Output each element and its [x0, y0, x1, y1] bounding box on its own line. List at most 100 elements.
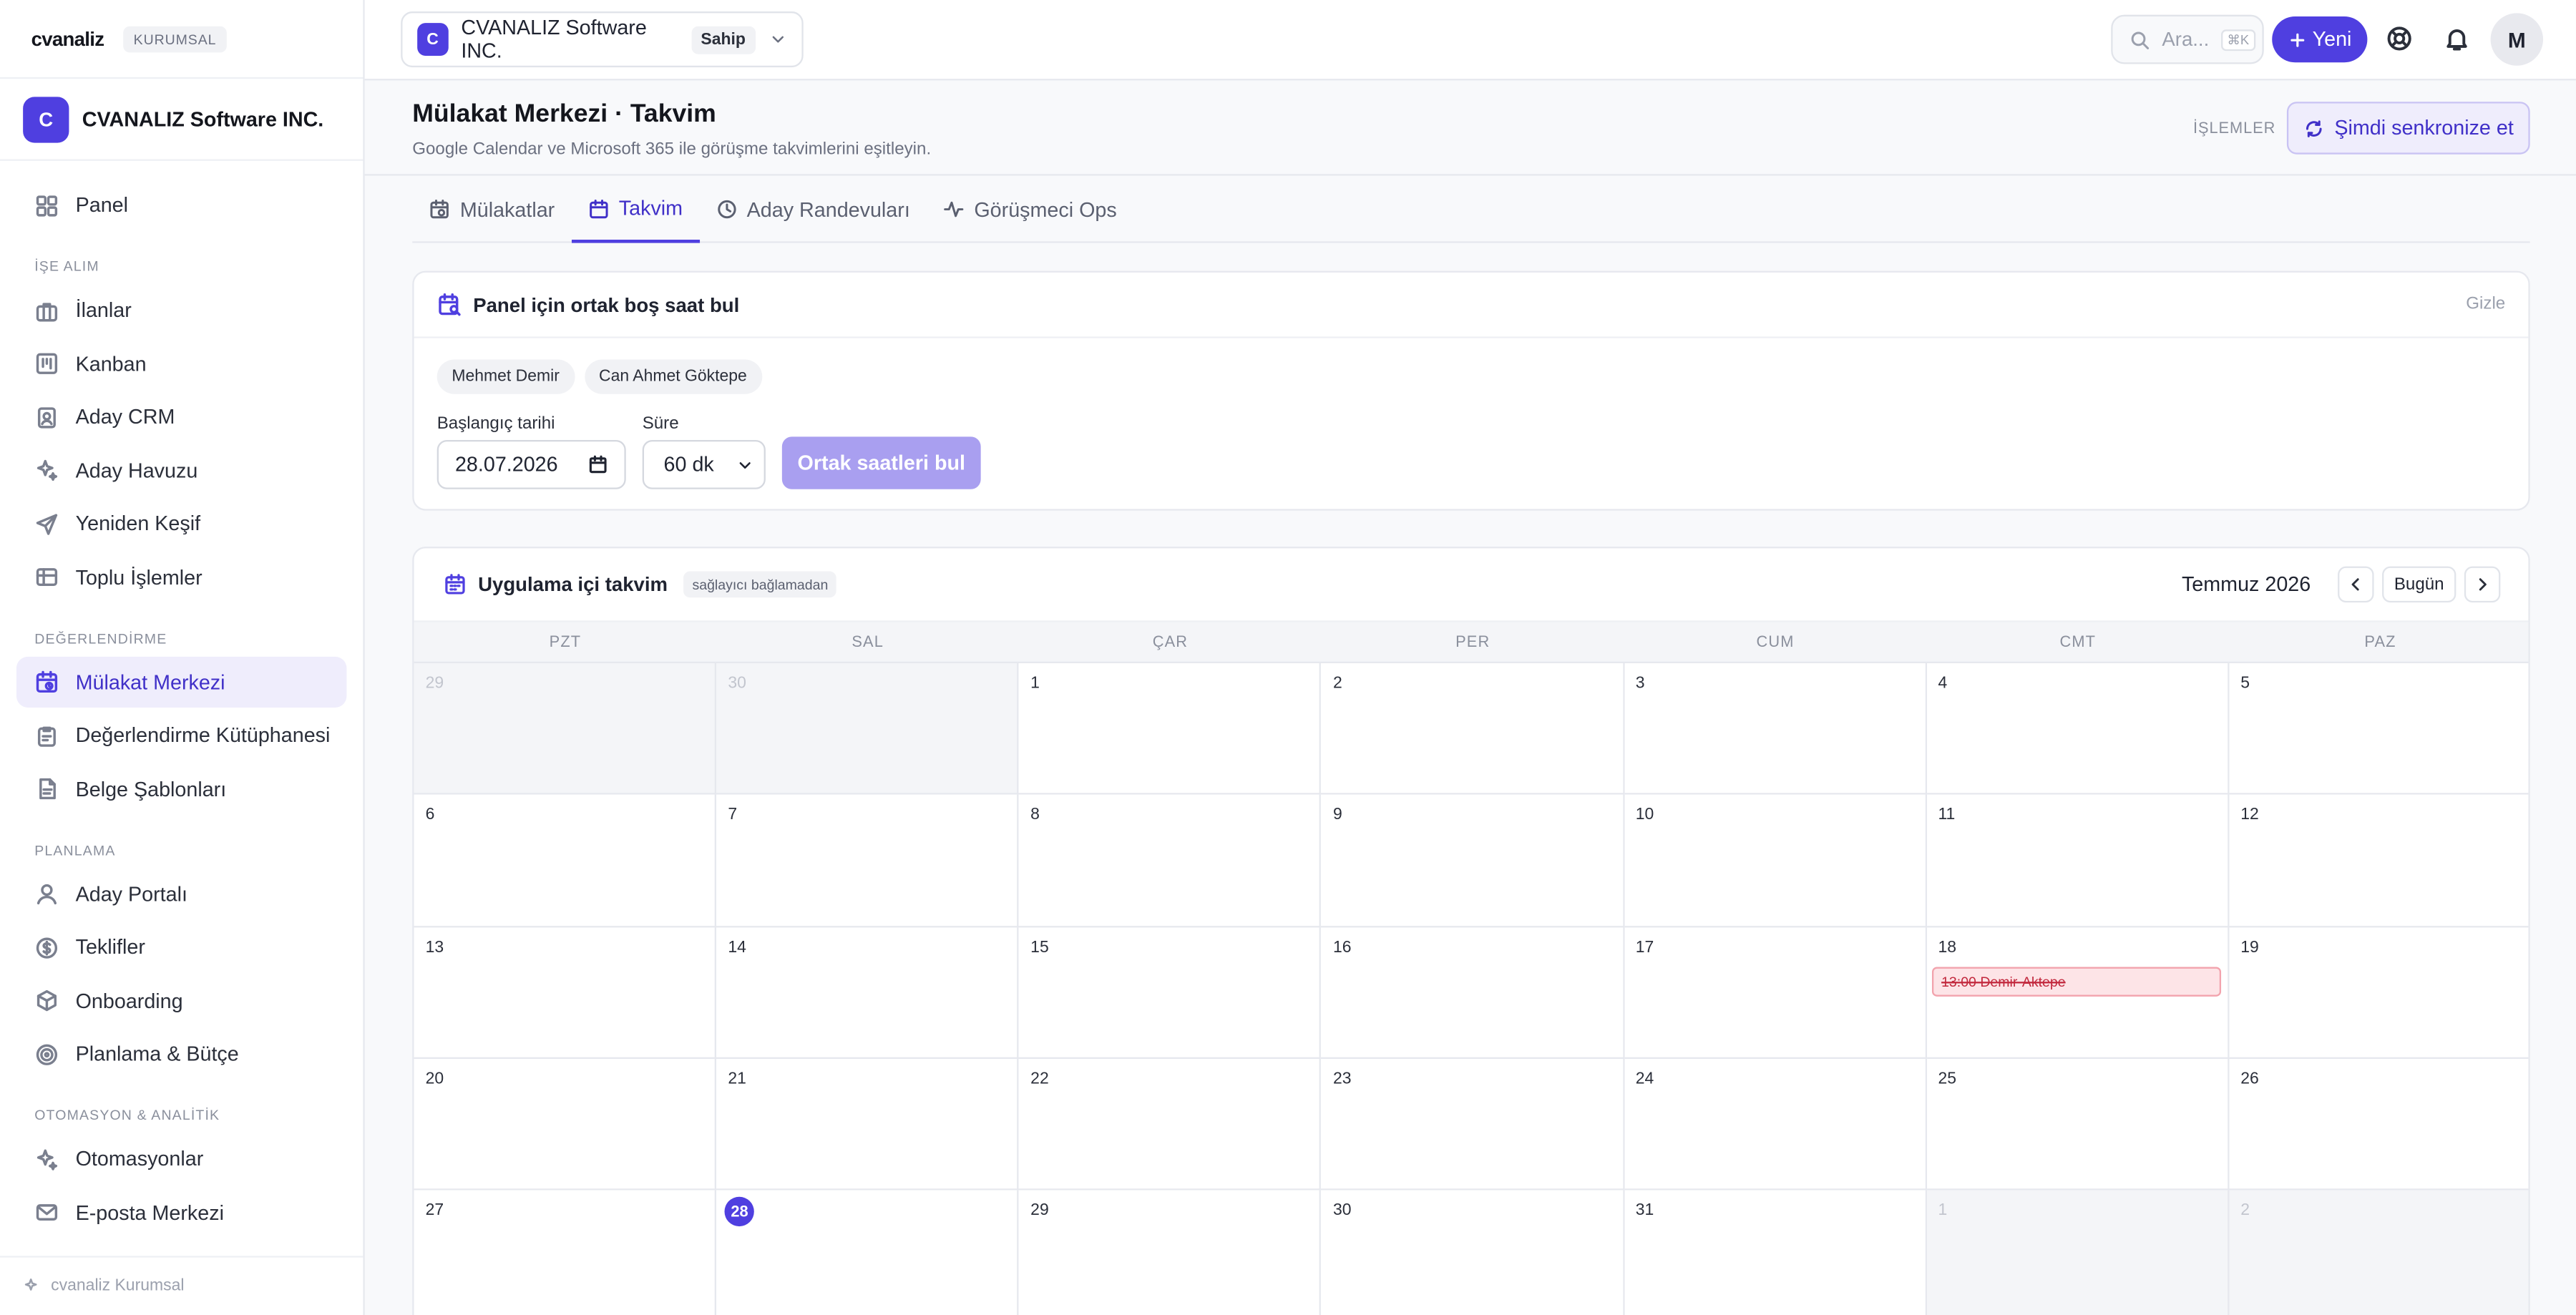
- calendar-day-cell[interactable]: 11: [1926, 795, 2230, 927]
- today-button[interactable]: Bugün: [2382, 566, 2457, 603]
- calendar-day-cell[interactable]: 1: [1019, 663, 1322, 796]
- org-name: CVANALIZ Software INC.: [82, 107, 324, 131]
- day-number: 29: [1030, 1202, 1049, 1221]
- tab-takvim[interactable]: Takvim: [571, 177, 700, 243]
- page-subtitle: Google Calendar ve Microsoft 365 ile gör…: [412, 140, 932, 160]
- sidebar-item-aday-havuzu[interactable]: Aday Havuzu: [16, 445, 346, 496]
- tab-bar: Mülakatlar Takvim Aday Randevuları Görüş…: [412, 177, 2530, 243]
- sparkles-icon: [24, 1279, 37, 1291]
- calendar-day-cell[interactable]: 16: [1321, 927, 1624, 1059]
- tab-mulakatlar[interactable]: Mülakatlar: [412, 177, 571, 241]
- weekday-label: PER: [1455, 632, 1491, 651]
- sidebar-item-aday-portali[interactable]: Aday Portalı: [16, 869, 346, 919]
- sync-now-button[interactable]: Şimdi senkronize et: [2286, 102, 2530, 155]
- calendar-day-cell[interactable]: 23: [1321, 1058, 1624, 1191]
- participant-chip[interactable]: Can Ahmet Göktepe: [584, 359, 762, 394]
- calendar-search-icon: [439, 293, 461, 316]
- prev-month-button[interactable]: [2338, 566, 2374, 603]
- calendar-day-cell[interactable]: 13: [414, 927, 717, 1059]
- sidebar-item-degerlendirme-kutuphanesi[interactable]: Değerlendirme Kütüphanesi: [16, 710, 346, 761]
- sidebar-item-label: Otomasyonlar: [75, 1147, 204, 1171]
- help-button[interactable]: [2386, 24, 2414, 52]
- sidebar-item-yeniden-kesif[interactable]: Yeniden Keşif: [16, 498, 346, 549]
- calendar-day-cell[interactable]: 4: [1926, 663, 2230, 796]
- calendar-day-cell[interactable]: 15: [1019, 927, 1322, 1059]
- page-title: Mülakat Merkezi · Takvim: [412, 99, 716, 128]
- calendar-day-cell[interactable]: 22: [1019, 1058, 1322, 1191]
- sidebar-item-onboarding[interactable]: Onboarding: [16, 975, 346, 1026]
- month-grid: 29 30 1 2 3 4 5 6 7 8 9 10 11 12 13 14 15 16 17 18 13:00 Dem…: [414, 663, 2529, 1315]
- day-number: 27: [425, 1202, 444, 1221]
- hide-link[interactable]: Gizle: [2466, 294, 2505, 314]
- calendar-day-cell[interactable]: 31: [1624, 1191, 1927, 1315]
- user-icon: [36, 884, 57, 905]
- calendar-day-cell[interactable]: 25: [1926, 1058, 2230, 1191]
- sidebar-item-mulakat-merkezi[interactable]: Mülakat Merkezi: [16, 656, 347, 708]
- sidebar-item-eposta-merkezi[interactable]: E-posta Merkezi: [16, 1187, 346, 1238]
- sidebar-item-ilanlar[interactable]: İlanlar: [16, 285, 346, 336]
- calendar-day-cell[interactable]: 21: [716, 1058, 1020, 1191]
- sidebar-item-label: İlanlar: [75, 298, 132, 322]
- calendar-day-cell[interactable]: 6: [414, 795, 717, 927]
- org-switcher[interactable]: C CVANALIZ Software INC. Sahip: [401, 11, 804, 68]
- today-date-number: 28: [724, 1197, 755, 1227]
- calendar-day-cell[interactable]: 1: [1926, 1191, 2230, 1315]
- panel-finder-title: Panel için ortak boş saat bul: [473, 293, 740, 316]
- calendar-day-cell[interactable]: 30: [1321, 1191, 1624, 1315]
- sidebar-item-aday-crm[interactable]: Aday CRM: [16, 391, 346, 442]
- calendar-day-cell[interactable]: 24: [1624, 1058, 1927, 1191]
- sparkles-icon: [36, 459, 58, 481]
- calendar-day-cell[interactable]: 28: [716, 1191, 1020, 1315]
- new-button[interactable]: Yeni: [2272, 16, 2368, 63]
- sidebar-item-toplu-islemler[interactable]: Toplu İşlemler: [16, 552, 346, 602]
- calendar-day-cell[interactable]: 2: [2229, 1191, 2529, 1315]
- nav-section-automation: OTOMASYON & ANALİTİK: [34, 1106, 220, 1123]
- logo[interactable]: cvanaliz: [31, 27, 104, 50]
- calendar-day-cell[interactable]: 9: [1321, 795, 1624, 927]
- topbar: C CVANALIZ Software INC. Sahip Ara... ⌘K…: [364, 0, 2576, 81]
- sidebar-item-belge-sablonlari[interactable]: Belge Şablonları: [16, 763, 346, 814]
- calendar-day-cell[interactable]: 14: [716, 927, 1020, 1059]
- sidebar-item-planlama-butce[interactable]: Planlama & Bütçe: [16, 1029, 346, 1080]
- duration-select[interactable]: 60 dk: [642, 439, 766, 489]
- calendar-day-cell[interactable]: 2: [1321, 663, 1624, 796]
- calendar-icon: [445, 574, 465, 595]
- participant-chip[interactable]: Mehmet Demir: [436, 359, 575, 394]
- calendar-day-cell[interactable]: 7: [716, 795, 1020, 927]
- sidebar-item-label: Planlama & Bütçe: [75, 1042, 239, 1066]
- calendar-day-cell[interactable]: 29: [414, 663, 717, 796]
- find-common-slots-button[interactable]: Ortak saatleri bul: [781, 436, 981, 489]
- search-input[interactable]: Ara... ⌘K: [2111, 14, 2264, 64]
- calendar-day-cell[interactable]: 12: [2229, 795, 2529, 927]
- next-month-button[interactable]: [2464, 566, 2501, 603]
- start-date-input[interactable]: 28.07.2026: [436, 439, 626, 489]
- calendar-day-cell[interactable]: 17: [1624, 927, 1927, 1059]
- tab-label: Aday Randevuları: [746, 197, 910, 221]
- sidebar-item-panel[interactable]: Panel: [16, 180, 346, 230]
- calendar-day-cell[interactable]: 3: [1624, 663, 1927, 796]
- calendar-day-cell[interactable]: 10: [1624, 795, 1927, 927]
- calendar-event[interactable]: 13:00 Demir-Aktepe: [1931, 966, 2221, 996]
- user-avatar[interactable]: M: [2490, 13, 2544, 66]
- sidebar-item-teklifler[interactable]: Teklifler: [16, 922, 346, 972]
- calendar-day-cell[interactable]: 19: [2229, 927, 2529, 1059]
- calendar-day-cell[interactable]: 26: [2229, 1058, 2529, 1191]
- org-selector[interactable]: C CVANALIZ Software INC.: [0, 79, 364, 161]
- day-number: 19: [2240, 938, 2259, 957]
- calendar-day-cell[interactable]: 27: [414, 1191, 717, 1315]
- day-number: 3: [1635, 675, 1645, 693]
- chevron-down-icon: [739, 462, 751, 469]
- calendar-day-cell[interactable]: 20: [414, 1058, 717, 1191]
- notifications-button[interactable]: [2443, 24, 2471, 52]
- sidebar-item-kanban[interactable]: Kanban: [16, 338, 346, 389]
- tab-aday-randevulari[interactable]: Aday Randevuları: [699, 177, 927, 241]
- calendar-day-cell[interactable]: 8: [1019, 795, 1322, 927]
- tab-gorusmeci-ops[interactable]: Görüşmeci Ops: [927, 177, 1133, 241]
- calendar-day-cell[interactable]: 5: [2229, 663, 2529, 796]
- calendar-day-cell[interactable]: 18 13:00 Demir-Aktepe: [1926, 927, 2230, 1059]
- sidebar-item-otomasyonlar[interactable]: Otomasyonlar: [16, 1133, 346, 1184]
- nav-section-evaluation: DEĞERLENDİRME: [34, 629, 167, 646]
- sidebar-item-label: Belge Şablonları: [75, 777, 227, 801]
- calendar-day-cell[interactable]: 30: [716, 663, 1020, 796]
- calendar-day-cell[interactable]: 29: [1019, 1191, 1322, 1315]
